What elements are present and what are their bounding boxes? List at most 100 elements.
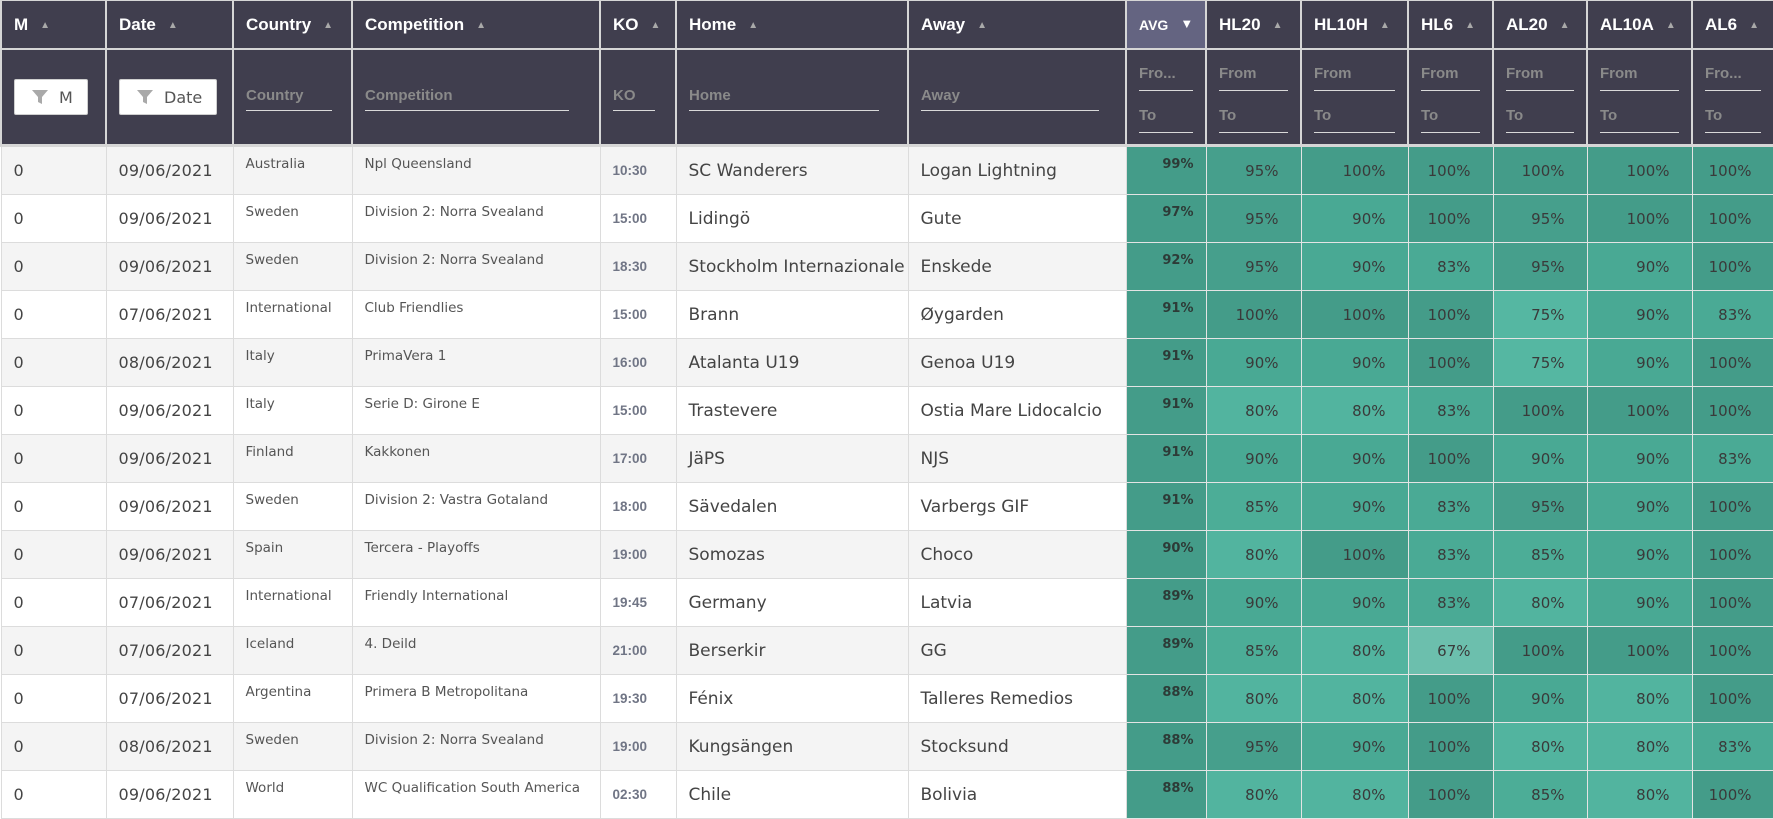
column-header-avg[interactable]: AVG ▼ bbox=[1125, 0, 1207, 50]
cell-home: Somozas bbox=[675, 530, 909, 579]
table-row[interactable]: 0 09/06/2021 Italy Serie D: Girone E 15:00 Tr… bbox=[0, 386, 1773, 435]
sort-asc-icon[interactable]: ▲ bbox=[1560, 20, 1570, 31]
cell-avg: 91% bbox=[1125, 386, 1207, 435]
filter-from-input-hl20[interactable] bbox=[1219, 63, 1288, 91]
cell-al20: 85% bbox=[1492, 770, 1588, 819]
filter-to-input-hl20[interactable] bbox=[1219, 105, 1288, 133]
filter-from-input-hl6[interactable] bbox=[1421, 63, 1480, 91]
cell-al6: 83% bbox=[1691, 434, 1773, 483]
table-row[interactable]: 0 09/06/2021 Sweden Division 2: Norra Sveal… bbox=[0, 194, 1773, 243]
table-row[interactable]: 0 07/06/2021 Iceland 4. Deild 21:00 Berserkir… bbox=[0, 626, 1773, 675]
column-header-label: Home bbox=[689, 14, 737, 34]
cell-home: Sävedalen bbox=[675, 482, 909, 531]
filter-from-input-al10a[interactable] bbox=[1600, 63, 1679, 91]
column-header-country[interactable]: Country ▲ bbox=[232, 0, 353, 50]
column-header-label: AL10A bbox=[1600, 14, 1654, 34]
table-body: 0 09/06/2021 Australia Npl Queensland 10:30 S… bbox=[0, 145, 1773, 819]
cell-m: 0 bbox=[0, 530, 107, 579]
column-header-label: Date bbox=[119, 14, 156, 34]
column-header-date[interactable]: Date ▲ bbox=[105, 0, 234, 50]
table-row[interactable]: 0 09/06/2021 Australia Npl Queensland 10:30 S… bbox=[0, 145, 1773, 195]
sort-asc-icon[interactable]: ▲ bbox=[1666, 20, 1676, 31]
column-header-hl10h[interactable]: HL10H ▲ bbox=[1300, 0, 1409, 50]
table-row[interactable]: 0 07/06/2021 International Friendly Interna… bbox=[0, 578, 1773, 627]
filter-to-input-avg[interactable] bbox=[1139, 105, 1193, 133]
sort-asc-icon[interactable]: ▲ bbox=[1465, 20, 1475, 31]
column-header-m[interactable]: M ▲ bbox=[0, 0, 107, 50]
cell-al10a: 100% bbox=[1586, 626, 1693, 675]
table-row[interactable]: 0 08/06/2021 Sweden Division 2: Norra Sveal… bbox=[0, 722, 1773, 771]
filter-row: M Date bbox=[0, 48, 1773, 147]
cell-m: 0 bbox=[0, 290, 107, 339]
table-row[interactable]: 0 09/06/2021 Finland Kakkonen 17:00 JäPS NJS 91… bbox=[0, 434, 1773, 483]
sort-asc-icon[interactable]: ▲ bbox=[1273, 20, 1283, 31]
matches-table: M ▲ Date ▲ Country ▲ Competition ▲ KO ▲ Home ▲ Away ▲… bbox=[0, 0, 1773, 819]
cell-country: Sweden bbox=[232, 722, 353, 771]
cell-competition: Tercera - Playoffs bbox=[351, 530, 601, 579]
column-header-al6[interactable]: AL6 ▲ bbox=[1691, 0, 1773, 50]
filter-to-input-al6[interactable] bbox=[1705, 105, 1761, 133]
column-header-label: AL20 bbox=[1506, 14, 1548, 34]
filter-input-away[interactable] bbox=[921, 83, 1099, 111]
column-header-al20[interactable]: AL20 ▲ bbox=[1492, 0, 1588, 50]
cell-competition: Club Friendlies bbox=[351, 290, 601, 339]
cell-country: Finland bbox=[232, 434, 353, 483]
table-row[interactable]: 0 07/06/2021 International Club Friendlies 1… bbox=[0, 290, 1773, 339]
column-header-competition[interactable]: Competition ▲ bbox=[351, 0, 601, 50]
cell-hl20: 80% bbox=[1205, 386, 1302, 435]
cell-al20: 90% bbox=[1492, 674, 1588, 723]
filter-input-ko[interactable] bbox=[613, 83, 655, 111]
cell-hl20: 90% bbox=[1205, 338, 1302, 387]
sort-asc-icon[interactable]: ▲ bbox=[1749, 20, 1759, 31]
table-row[interactable]: 0 09/06/2021 Sweden Division 2: Norra Sveal… bbox=[0, 242, 1773, 291]
table-row[interactable]: 0 08/06/2021 Italy PrimaVera 1 16:00 Atalanta… bbox=[0, 338, 1773, 387]
sort-asc-icon[interactable]: ▲ bbox=[651, 20, 661, 31]
cell-home: Chile bbox=[675, 770, 909, 819]
cell-al6: 100% bbox=[1691, 338, 1773, 387]
cell-date: 08/06/2021 bbox=[105, 722, 234, 771]
sort-asc-icon[interactable]: ▲ bbox=[323, 20, 333, 31]
cell-hl6: 100% bbox=[1407, 722, 1494, 771]
filter-cell-away bbox=[907, 48, 1127, 147]
filter-button-m[interactable]: M bbox=[14, 79, 88, 115]
filter-from-input-al6[interactable] bbox=[1705, 63, 1761, 91]
cell-al20: 80% bbox=[1492, 722, 1588, 771]
filter-to-input-al10a[interactable] bbox=[1600, 105, 1679, 133]
cell-competition: PrimaVera 1 bbox=[351, 338, 601, 387]
table-row[interactable]: 0 09/06/2021 World WC Qualification South A… bbox=[0, 770, 1773, 819]
filter-to-input-hl6[interactable] bbox=[1421, 105, 1480, 133]
column-header-home[interactable]: Home ▲ bbox=[675, 0, 909, 50]
table-row[interactable]: 0 09/06/2021 Spain Tercera - Playoffs 19:00 S… bbox=[0, 530, 1773, 579]
cell-date: 09/06/2021 bbox=[105, 482, 234, 531]
filter-input-home[interactable] bbox=[689, 83, 879, 111]
sort-asc-icon[interactable]: ▲ bbox=[1380, 20, 1390, 31]
sort-desc-icon[interactable]: ▼ bbox=[1180, 16, 1193, 31]
column-header-hl6[interactable]: HL6 ▲ bbox=[1407, 0, 1494, 50]
column-header-away[interactable]: Away ▲ bbox=[907, 0, 1127, 50]
cell-al10a: 80% bbox=[1586, 674, 1693, 723]
table-row[interactable]: 0 09/06/2021 Sweden Division 2: Vastra Gota… bbox=[0, 482, 1773, 531]
filter-to-input-hl10h[interactable] bbox=[1314, 105, 1395, 133]
sort-asc-icon[interactable]: ▲ bbox=[40, 20, 50, 31]
column-header-ko[interactable]: KO ▲ bbox=[599, 0, 677, 50]
column-header-label: Away bbox=[921, 14, 966, 34]
cell-competition: 4. Deild bbox=[351, 626, 601, 675]
filter-input-country[interactable] bbox=[246, 83, 332, 111]
sort-asc-icon[interactable]: ▲ bbox=[977, 20, 987, 31]
cell-m: 0 bbox=[0, 770, 107, 819]
filter-to-input-al20[interactable] bbox=[1506, 105, 1574, 133]
filter-button-date[interactable]: Date bbox=[119, 79, 218, 115]
table-row[interactable]: 0 07/06/2021 Argentina Primera B Metropolit… bbox=[0, 674, 1773, 723]
filter-input-competition[interactable] bbox=[365, 83, 569, 111]
sort-asc-icon[interactable]: ▲ bbox=[748, 20, 758, 31]
filter-from-input-hl10h[interactable] bbox=[1314, 63, 1395, 91]
cell-away: Varbergs GIF bbox=[907, 482, 1127, 531]
column-header-al10a[interactable]: AL10A ▲ bbox=[1586, 0, 1693, 50]
filter-from-input-al20[interactable] bbox=[1506, 63, 1574, 91]
sort-asc-icon[interactable]: ▲ bbox=[476, 20, 486, 31]
column-header-hl20[interactable]: HL20 ▲ bbox=[1205, 0, 1302, 50]
filter-from-input-avg[interactable] bbox=[1139, 63, 1193, 91]
cell-date: 07/06/2021 bbox=[105, 578, 234, 627]
sort-asc-icon[interactable]: ▲ bbox=[168, 20, 178, 31]
cell-ko: 15:00 bbox=[599, 386, 677, 435]
